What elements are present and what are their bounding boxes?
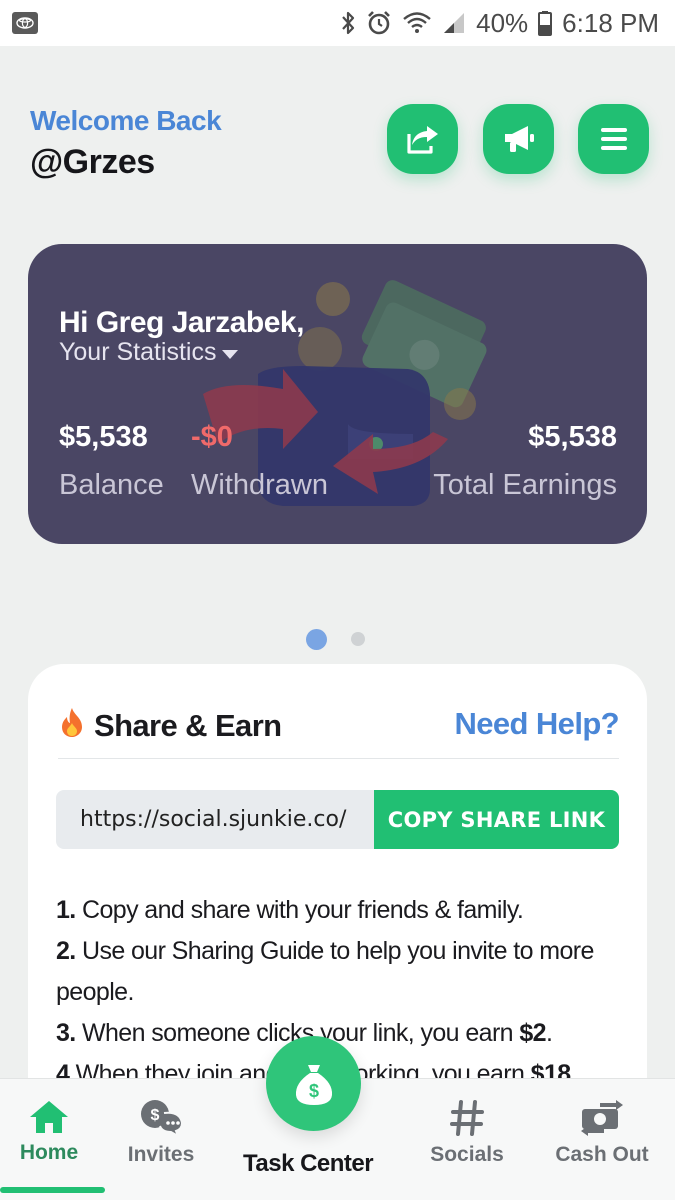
statistics-card[interactable]: Hi Greg Jarzabek, Your Statistics $5,538…: [28, 244, 647, 544]
statistics-dropdown-label: Your Statistics: [59, 338, 217, 366]
bluetooth-icon: [340, 10, 356, 36]
money-bag-icon: $: [295, 1064, 332, 1105]
menu-icon: [600, 128, 627, 150]
carousel-dot[interactable]: [351, 632, 365, 646]
status-time: 6:18 PM: [562, 7, 659, 38]
statistics-dropdown[interactable]: Your Statistics: [59, 338, 239, 367]
carousel-dot-active[interactable]: [306, 629, 327, 650]
copy-share-link-button[interactable]: COPY SHARE LINK: [374, 790, 619, 849]
cash-exchange-icon: [581, 1100, 623, 1136]
total-earnings-value: $5,538: [528, 421, 617, 453]
svg-text:$: $: [151, 1107, 160, 1124]
balance-label: Balance: [59, 469, 164, 501]
toyota-badge-icon: [12, 12, 38, 34]
balance-value: $5,538: [59, 421, 148, 453]
share-icon: [406, 126, 438, 154]
hashtag-icon: [450, 1100, 484, 1136]
battery-percent: 40%: [476, 7, 529, 38]
megaphone-icon: [504, 126, 534, 152]
nav-task-center-label[interactable]: Task Center: [243, 1150, 374, 1178]
caret-down-icon: [222, 349, 239, 359]
nav-socials-label: Socials: [430, 1143, 504, 1166]
menu-button[interactable]: [578, 104, 649, 174]
battery-icon: [538, 10, 553, 36]
home-icon: [30, 1101, 68, 1133]
status-bar: 40% 6:18 PM: [0, 0, 675, 46]
svg-text:$: $: [308, 1081, 318, 1101]
greeting: Hi Greg Jarzabek,: [59, 306, 304, 339]
nav-invites[interactable]: $ Invites: [121, 1099, 201, 1167]
nav-invites-label: Invites: [127, 1143, 195, 1166]
signal-icon: [442, 11, 466, 35]
welcome-text: Welcome Back: [30, 105, 222, 136]
alarm-icon: [366, 10, 392, 36]
withdrawn-value: -$0: [191, 421, 233, 453]
divider: [58, 758, 619, 759]
share-button[interactable]: [387, 104, 458, 174]
share-earn-title: Share & Earn: [58, 706, 282, 746]
wifi-icon: [402, 11, 432, 35]
withdrawn-label: Withdrawn: [191, 469, 328, 501]
instruction-step: 2. Use our Sharing Guide to help you inv…: [56, 937, 594, 1006]
nav-home-label: Home: [19, 1141, 79, 1164]
nav-cash-out-label: Cash Out: [555, 1143, 649, 1166]
announcements-button[interactable]: [483, 104, 554, 174]
nav-cash-out[interactable]: Cash Out: [548, 1099, 656, 1167]
total-earnings-label: Total Earnings: [433, 469, 617, 501]
nav-home[interactable]: Home: [14, 1099, 84, 1165]
fire-icon: [58, 706, 86, 746]
task-center-button[interactable]: $: [266, 1036, 361, 1131]
active-tab-indicator: [0, 1187, 105, 1193]
need-help-link[interactable]: Need Help?: [454, 706, 619, 742]
nav-socials[interactable]: Socials: [423, 1099, 511, 1167]
instruction-step: 1. Copy and share with your friends & fa…: [56, 896, 524, 924]
share-link-field[interactable]: https://social.sjunkie.co/: [56, 790, 374, 849]
username: @Grzes: [30, 143, 155, 181]
share-earn-title-text: Share & Earn: [94, 708, 282, 743]
chat-money-icon: $: [141, 1100, 184, 1137]
